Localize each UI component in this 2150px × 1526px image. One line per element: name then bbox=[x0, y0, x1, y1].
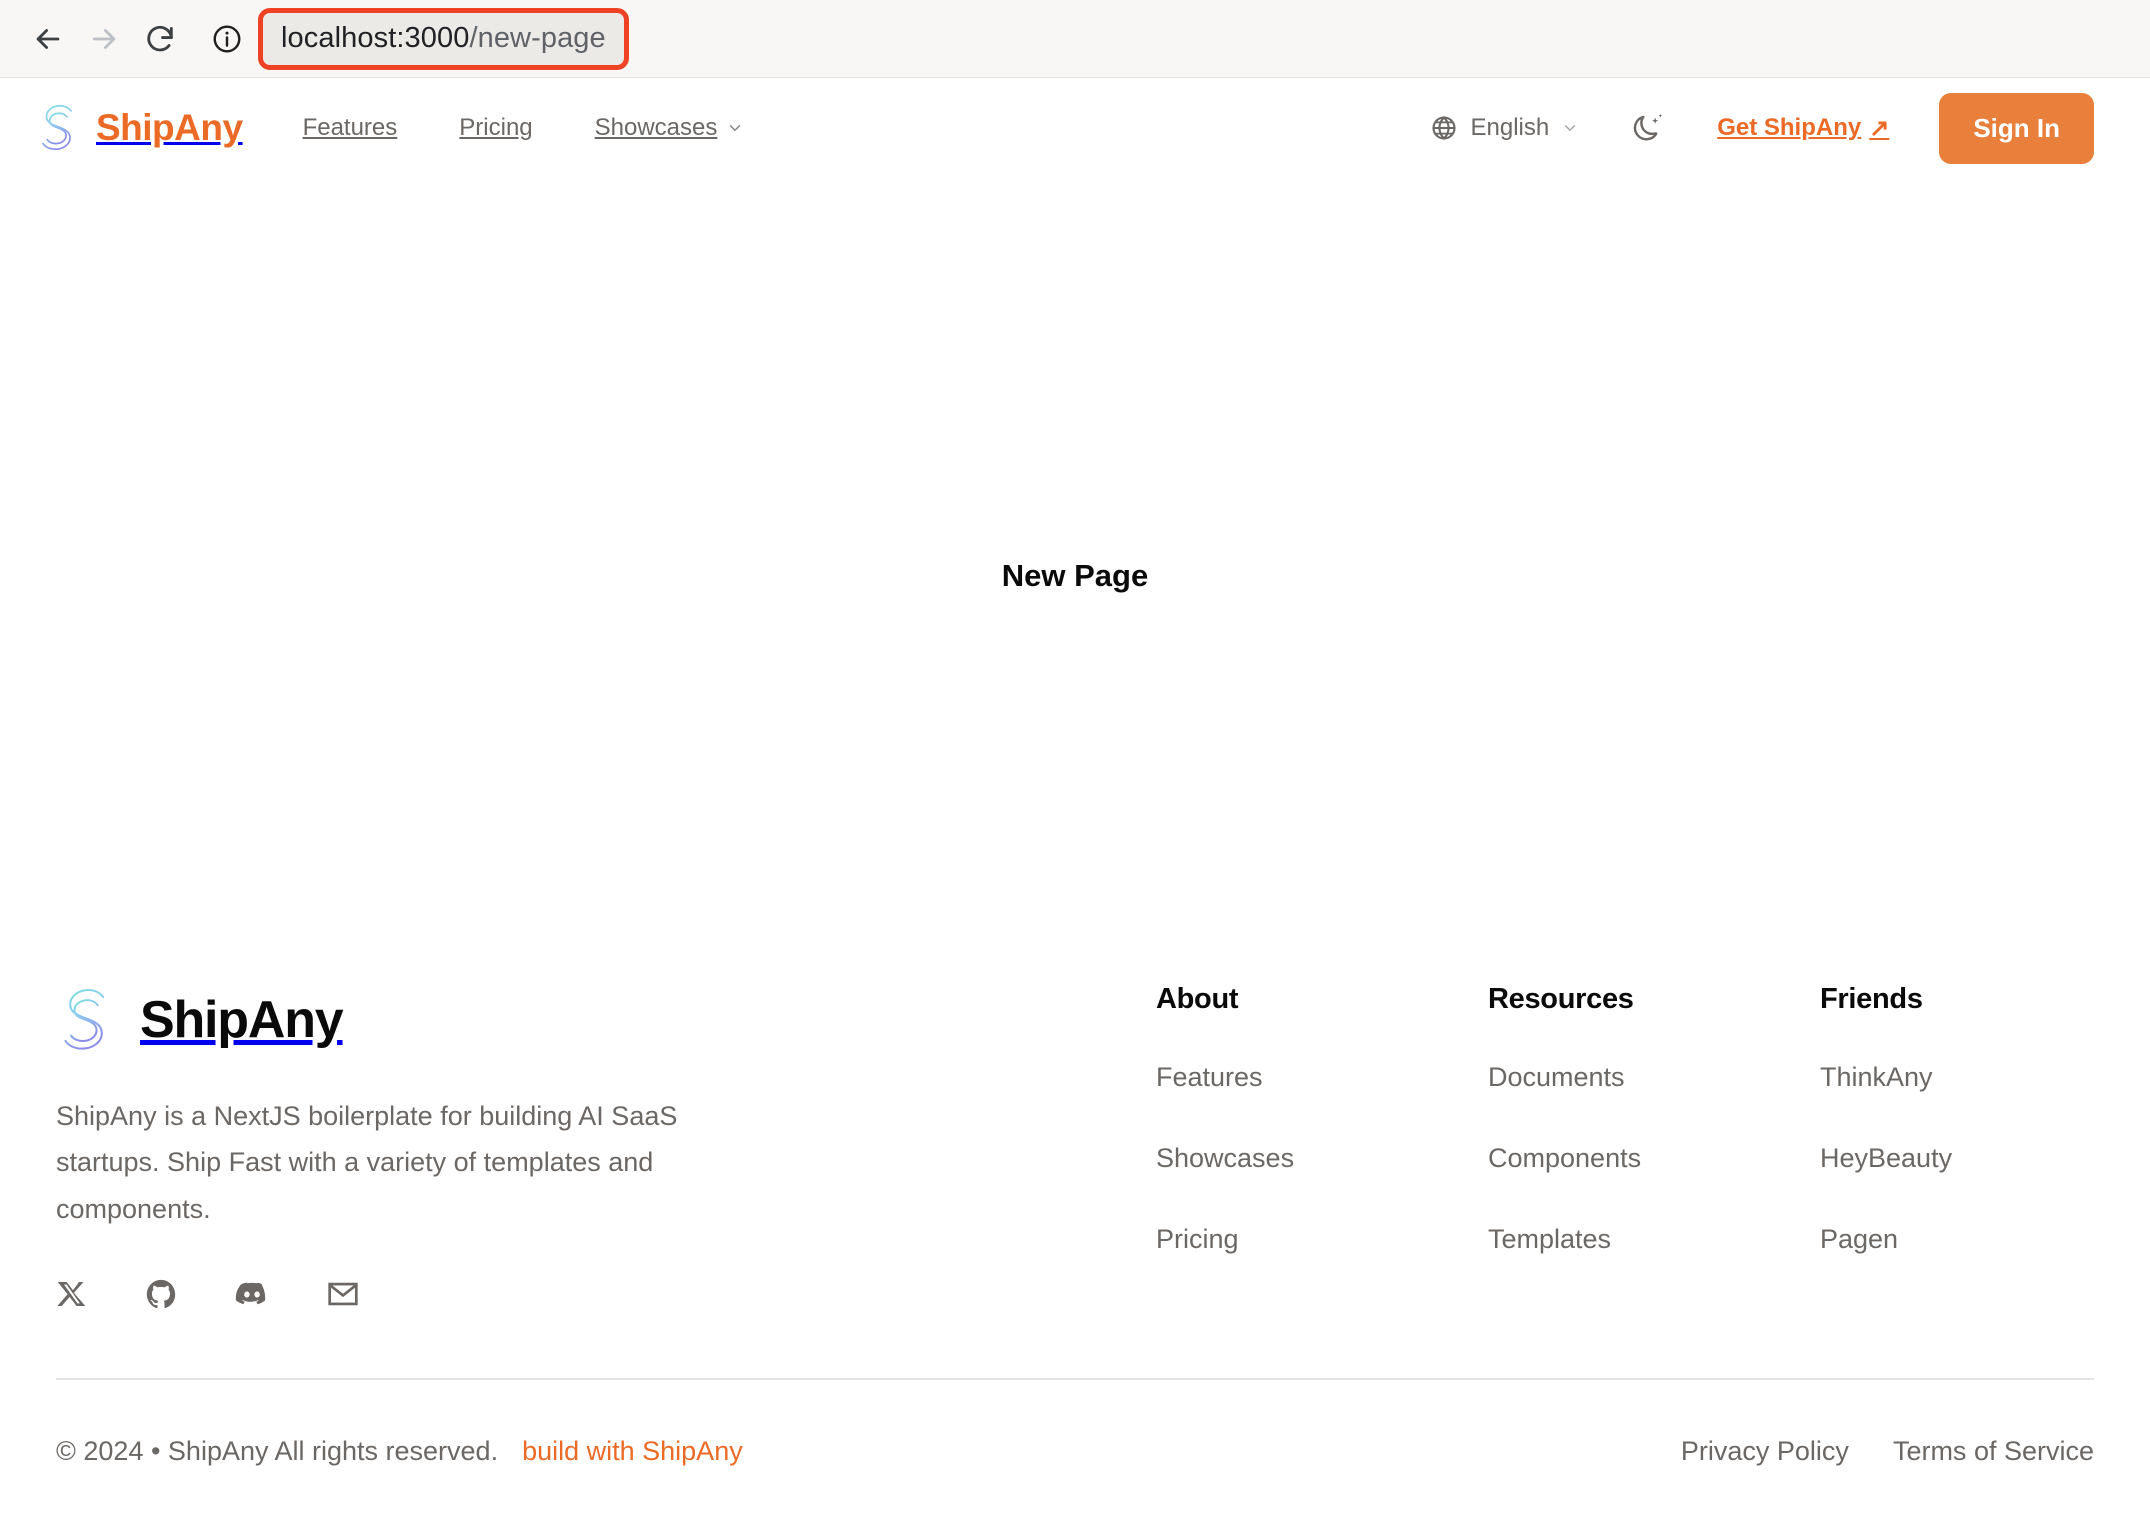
footer-link-features[interactable]: Features bbox=[1156, 1062, 1488, 1093]
footer-column-friends: Friends ThinkAny HeyBeauty Pagen bbox=[1820, 983, 1952, 1255]
back-button[interactable] bbox=[20, 11, 76, 67]
reload-icon bbox=[143, 22, 177, 56]
header-actions: English Get ShipAny ↗ Sign In bbox=[1430, 93, 2094, 164]
reload-button[interactable] bbox=[132, 11, 188, 67]
brand-logo-link[interactable]: ShipAny bbox=[36, 100, 243, 156]
brand-name: ShipAny bbox=[96, 107, 243, 149]
main-content: New Page bbox=[0, 178, 2150, 973]
footer-column-resources: Resources Documents Components Templates bbox=[1488, 983, 1820, 1255]
discord-icon bbox=[234, 1276, 270, 1312]
nav-item-showcases[interactable]: Showcases bbox=[595, 114, 745, 142]
email-icon bbox=[326, 1277, 360, 1311]
footer-link-pagen[interactable]: Pagen bbox=[1820, 1224, 1952, 1255]
footer-link-heybeauty[interactable]: HeyBeauty bbox=[1820, 1143, 1952, 1174]
footer-column-friends-title: Friends bbox=[1820, 983, 1952, 1016]
language-switcher[interactable]: English bbox=[1430, 114, 1579, 142]
nav-item-pricing[interactable]: Pricing bbox=[459, 114, 532, 142]
moon-icon bbox=[1631, 110, 1667, 146]
footer-column-resources-title: Resources bbox=[1488, 983, 1820, 1016]
page-title: New Page bbox=[1002, 558, 1148, 594]
get-shipany-label: Get ShipAny bbox=[1717, 114, 1861, 142]
social-link-discord[interactable] bbox=[234, 1276, 270, 1312]
legal-links: Privacy Policy Terms of Service bbox=[1681, 1436, 2094, 1467]
x-twitter-icon bbox=[56, 1278, 88, 1310]
social-links bbox=[56, 1276, 1156, 1312]
footer-column-about-title: About bbox=[1156, 983, 1488, 1016]
url-text[interactable]: localhost:3000/new-page bbox=[281, 22, 606, 55]
nav-item-showcases-label: Showcases bbox=[595, 114, 718, 142]
footer-brand-link[interactable]: ShipAny bbox=[56, 981, 1156, 1059]
globe-icon bbox=[1430, 114, 1458, 142]
shipany-s-logo-icon bbox=[36, 100, 82, 156]
info-icon bbox=[211, 23, 243, 55]
chevron-down-icon bbox=[726, 119, 744, 137]
nav-item-features-label: Features bbox=[303, 114, 398, 142]
footer-link-documents[interactable]: Documents bbox=[1488, 1062, 1820, 1093]
theme-toggle-button[interactable] bbox=[1625, 104, 1673, 152]
forward-arrow-icon bbox=[87, 22, 121, 56]
url-path: /new-page bbox=[469, 22, 605, 54]
language-label: English bbox=[1470, 114, 1549, 142]
omnibox[interactable]: localhost:3000/new-page bbox=[200, 8, 2150, 70]
privacy-policy-link[interactable]: Privacy Policy bbox=[1681, 1436, 1849, 1467]
footer-brand-name: ShipAny bbox=[140, 990, 343, 1050]
footer-top: ShipAny ShipAny is a NextJS boilerplate … bbox=[56, 973, 2094, 1312]
shipany-s-logo-icon bbox=[56, 981, 118, 1059]
social-link-email[interactable] bbox=[326, 1277, 360, 1311]
site-footer: ShipAny ShipAny is a NextJS boilerplate … bbox=[0, 973, 2150, 1467]
site-information-button[interactable] bbox=[200, 12, 254, 66]
nav-item-pricing-label: Pricing bbox=[459, 114, 532, 142]
footer-description: ShipAny is a NextJS boilerplate for buil… bbox=[56, 1093, 776, 1232]
footer-link-columns: About Features Showcases Pricing Resourc… bbox=[1156, 973, 1952, 1255]
site-header: ShipAny Features Pricing Showcases Engli… bbox=[0, 78, 2150, 178]
footer-brand-column: ShipAny ShipAny is a NextJS boilerplate … bbox=[56, 973, 1156, 1312]
main-navigation: Features Pricing Showcases bbox=[303, 114, 745, 142]
terms-of-service-link[interactable]: Terms of Service bbox=[1893, 1436, 2094, 1467]
footer-link-thinkany[interactable]: ThinkAny bbox=[1820, 1062, 1952, 1093]
footer-bottom-bar: © 2024 • ShipAny All rights reserved. bu… bbox=[56, 1380, 2094, 1467]
build-with-shipany-link[interactable]: build with ShipAny bbox=[522, 1436, 743, 1467]
external-arrow-icon: ↗ bbox=[1869, 114, 1889, 143]
footer-column-about: About Features Showcases Pricing bbox=[1156, 983, 1488, 1255]
chevron-down-icon bbox=[1561, 119, 1579, 137]
nav-item-features[interactable]: Features bbox=[303, 114, 398, 142]
social-link-github[interactable] bbox=[144, 1277, 178, 1311]
copyright-text: © 2024 • ShipAny All rights reserved. bbox=[56, 1436, 498, 1467]
social-link-x-twitter[interactable] bbox=[56, 1278, 88, 1310]
url-host: localhost:3000 bbox=[281, 22, 469, 54]
get-shipany-link[interactable]: Get ShipAny ↗ bbox=[1717, 114, 1889, 143]
sign-in-button[interactable]: Sign In bbox=[1939, 93, 2094, 164]
footer-link-pricing[interactable]: Pricing bbox=[1156, 1224, 1488, 1255]
forward-button[interactable] bbox=[76, 11, 132, 67]
footer-link-templates[interactable]: Templates bbox=[1488, 1224, 1820, 1255]
browser-toolbar: localhost:3000/new-page bbox=[0, 0, 2150, 78]
footer-link-showcases[interactable]: Showcases bbox=[1156, 1143, 1488, 1174]
github-icon bbox=[144, 1277, 178, 1311]
footer-link-components[interactable]: Components bbox=[1488, 1143, 1820, 1174]
back-arrow-icon bbox=[31, 22, 65, 56]
url-highlight-box: localhost:3000/new-page bbox=[258, 8, 629, 70]
